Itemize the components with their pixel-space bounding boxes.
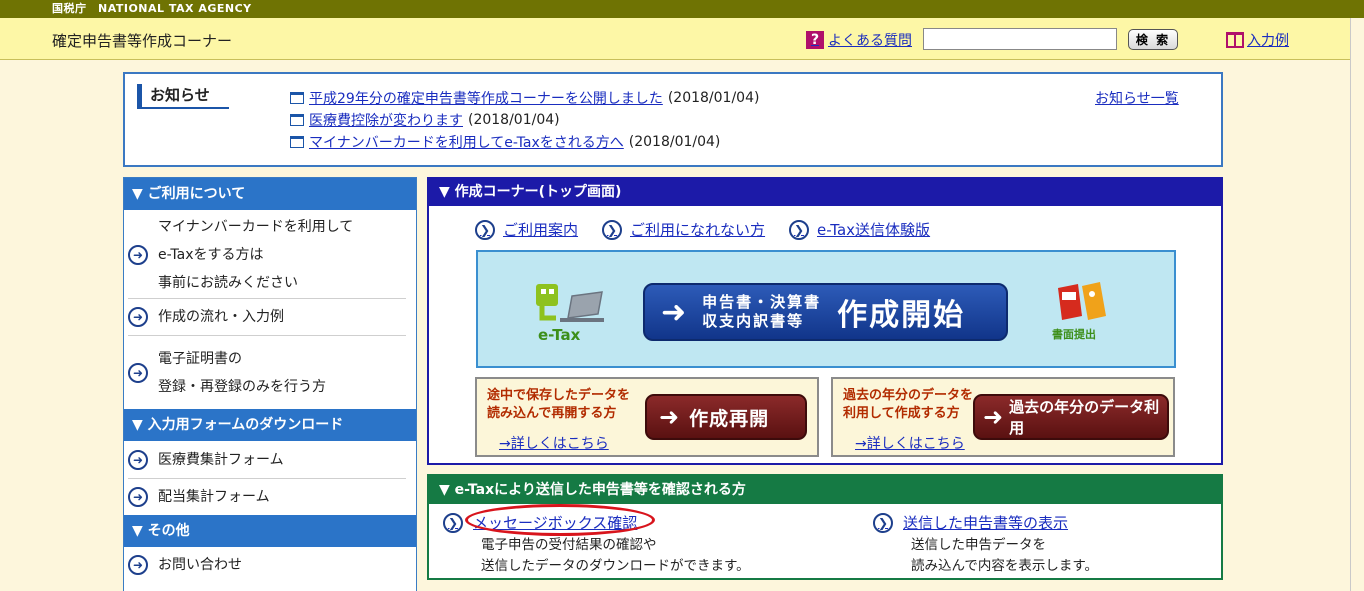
search-input[interactable] (923, 28, 1117, 50)
sent-documents-section: ❯ 送信した申告書等の表示 送信した申告データを 読み込んで内容を表示します。 (873, 512, 1098, 577)
sidebar-item-contact[interactable]: ➜ お問い合わせ (128, 547, 406, 583)
paper-label: 書面提出 (1052, 327, 1096, 341)
notice-date: (2018/01/04) (468, 112, 560, 128)
arrow-circle-icon: ➜ (128, 449, 148, 470)
notice-list-link[interactable]: お知らせ一覧 (1095, 88, 1179, 108)
faq-label: よくある質問 (828, 33, 912, 49)
sidebar: ▼ ご利用について ➜ マイナンバーカードを利用して e-Taxをする方は 事前… (123, 177, 417, 591)
notice-heading: お知らせ (137, 84, 229, 109)
unavailable-link[interactable]: ❯ ご利用になれない方 (602, 219, 765, 240)
notice-box: お知らせ 平成29年分の確定申告書等作成コーナーを公開しました (2018/01/… (123, 72, 1223, 167)
input-example-link[interactable]: 入力例 (1226, 30, 1289, 50)
resume-desc-line: 読み込んで再開する方 (487, 406, 617, 421)
past-year-button-label: 過去の年分のデータ利用 (1009, 398, 1160, 437)
window-icon (290, 136, 304, 148)
sidebar-item-label: e-Taxをする方は (158, 247, 264, 263)
search-button[interactable]: 検 索 (1128, 29, 1178, 50)
past-year-button[interactable]: ➜ 過去の年分のデータ利用 (973, 394, 1169, 440)
window-edge (1350, 18, 1364, 591)
sidebar-item-label: 医療費集計フォーム (158, 451, 284, 468)
resume-button[interactable]: ➜ 作成再開 (645, 394, 807, 440)
arrow-circle-icon: ➜ (128, 307, 148, 327)
sidebar-item-label: 配当集計フォーム (158, 489, 270, 505)
arrow-circle-icon: ➜ (128, 245, 148, 265)
site-title[interactable]: 確定申告書等作成コーナー (52, 30, 232, 51)
sidebar-item-medical-form[interactable]: ➜ 医療費集計フォーム (128, 441, 406, 479)
start-creation-button[interactable]: ➜ 申告書・決算書 収支内訳書等 作成開始 (643, 283, 1008, 341)
sent-documents-desc: 読み込んで内容を表示します。 (911, 558, 1098, 574)
arrow-circle-icon: ➜ (128, 362, 148, 383)
start-sub-line: 収支内訳書等 (702, 312, 805, 330)
notice-link[interactable]: マイナンバーカードを利用してe-Taxをされる方へ (309, 132, 624, 152)
start-main-label: 作成開始 (837, 298, 966, 333)
past-desc-line: 過去の年分のデータを (843, 388, 974, 403)
message-box-link[interactable]: ❯ メッセージボックス確認 (443, 512, 750, 533)
past-desc-line: 利用して作成する方 (843, 406, 960, 421)
sidebar-item-label: 事前にお読みください (158, 275, 298, 291)
chevron-right-icon: ❯ (873, 512, 893, 533)
start-banner[interactable]: e-Tax ➜ 申告書・決算書 収支内訳書等 作成開始 書面提出 (476, 250, 1176, 368)
sidebar-item-label: 電子証明書の (158, 350, 242, 367)
sidebar-heading-other: ▼ その他 (124, 515, 416, 547)
usage-guide-link[interactable]: ❯ ご利用案内 (475, 219, 578, 240)
arrow-right-icon: ➜ (661, 294, 687, 330)
sidebar-item-label: マイナンバーカードを利用して (158, 219, 354, 235)
arrow-right-icon: ➜ (983, 403, 1004, 431)
past-more-link[interactable]: →詳しくはこちら (855, 433, 965, 453)
chevron-right-icon: ❯ (443, 512, 463, 533)
notice-link[interactable]: 平成29年分の確定申告書等作成コーナーを公開しました (309, 88, 663, 108)
creation-corner-heading: ▼ 作成コーナー(トップ画面) (429, 179, 1221, 206)
message-box-desc: 送信したデータのダウンロードができます。 (481, 558, 750, 574)
resume-more-link[interactable]: →詳しくはこちら (499, 433, 609, 453)
sent-documents-link[interactable]: ❯ 送信した申告書等の表示 (873, 512, 1098, 533)
notice-link[interactable]: 医療費控除が変わります (309, 110, 463, 130)
etax-confirm-panel: ▼ e-Taxにより送信した申告書等を確認される方 ❯ メッセージボックス確認 … (427, 474, 1223, 580)
sidebar-heading-usage: ▼ ご利用について (124, 178, 416, 210)
sidebar-item-certificate[interactable]: ➜ 電子証明書の 登録・再登録のみを行う方 (128, 336, 406, 409)
message-box-section: ❯ メッセージボックス確認 電子申告の受付結果の確認や 送信したデータのダウンロ… (443, 512, 750, 577)
sent-documents-desc: 送信した申告データを (911, 537, 1046, 553)
resume-button-label: 作成再開 (689, 407, 770, 430)
chevron-right-icon: ❯ (475, 219, 495, 240)
chevron-right-icon: ❯ (602, 219, 623, 240)
chevron-right-icon: ❯ (789, 219, 810, 240)
etax-trial-link[interactable]: ❯ e-Tax送信体験版 (789, 219, 930, 240)
sidebar-heading-download: ▼ 入力用フォームのダウンロード (124, 409, 416, 441)
notice-date: (2018/01/04) (628, 134, 721, 150)
input-example-label: 入力例 (1247, 33, 1289, 49)
etax-computer-icon: e-Tax (536, 284, 604, 344)
resume-desc-line: 途中で保存したデータを (487, 388, 631, 403)
etax-confirm-heading: ▼ e-Taxにより送信した申告書等を確認される方 (429, 476, 1221, 504)
creation-corner-panel: ▼ 作成コーナー(トップ画面) ❯ ご利用案内 ❯ ご利用になれない方 ❯ e-Tax… (427, 177, 1223, 465)
question-icon: ? (806, 31, 824, 49)
sidebar-item-label: 登録・再登録のみを行う方 (158, 378, 326, 395)
notice-item: 医療費控除が変わります (2018/01/04) (290, 110, 560, 130)
paper-submission-icon: 書面提出 (1052, 282, 1106, 341)
window-icon (290, 114, 304, 126)
book-icon (1226, 32, 1244, 48)
title-bar: 確定申告書等作成コーナー ? よくある質問 検 索 入力例 (0, 18, 1364, 60)
resume-box: 途中で保存したデータを 読み込んで再開する方 →詳しくはこちら ➜ 作成再開 (475, 377, 819, 457)
sidebar-item-dividend-form[interactable]: ➜ 配当集計フォーム (128, 479, 406, 515)
window-icon (290, 92, 304, 104)
start-sub-line: 申告書・決算書 (702, 293, 822, 311)
sidebar-item-label: 作成の流れ・入力例 (158, 309, 284, 325)
notice-item: マイナンバーカードを利用してe-Taxをされる方へ (2018/01/04) (290, 132, 720, 152)
arrow-circle-icon: ➜ (128, 555, 148, 575)
faq-link[interactable]: ? よくある質問 (806, 30, 912, 50)
arrow-right-icon: ➜ (659, 403, 680, 431)
message-box-desc: 電子申告の受付結果の確認や (481, 537, 657, 553)
arrow-circle-icon: ➜ (128, 487, 148, 507)
corner-links: ❯ ご利用案内 ❯ ご利用になれない方 ❯ e-Tax送信体験版 (475, 219, 930, 240)
etax-label: e-Tax (538, 326, 581, 344)
sidebar-item-mynumber[interactable]: ➜ マイナンバーカードを利用して e-Taxをする方は 事前にお読みください (128, 210, 406, 299)
sidebar-item-flow[interactable]: ➜ 作成の流れ・入力例 (128, 299, 406, 336)
sidebar-item-label: お問い合わせ (158, 557, 242, 573)
notice-item: 平成29年分の確定申告書等作成コーナーを公開しました (2018/01/04) (290, 88, 759, 108)
past-year-box: 過去の年分のデータを 利用して作成する方 →詳しくはこちら ➜ 過去の年分のデー… (831, 377, 1175, 457)
notice-date: (2018/01/04) (667, 90, 760, 106)
agency-bar: 国税庁 NATIONAL TAX AGENCY (0, 0, 1364, 18)
